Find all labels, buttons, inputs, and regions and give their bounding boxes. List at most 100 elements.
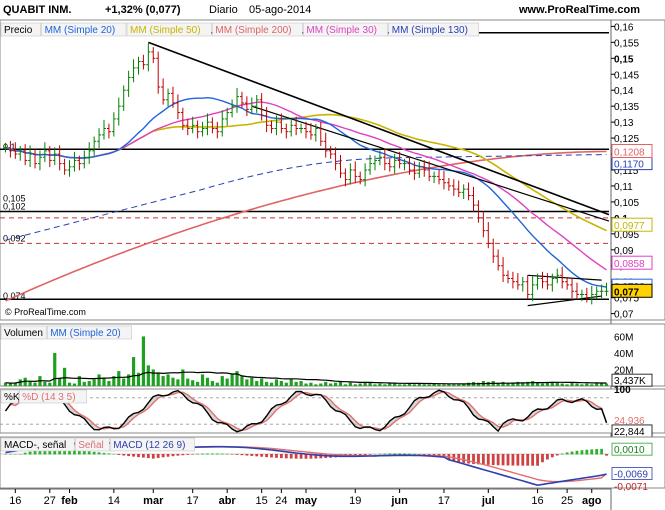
macd-histogram-bar (496, 454, 500, 466)
chart-canvas: 0,16 0,155 0,15 0,145 0,14 0,135 0,13 0,125 0,12… (0, 19, 665, 510)
volume-bar (545, 382, 550, 386)
volume-bar (220, 376, 224, 386)
price-label: 0,1170 (614, 160, 644, 171)
price-tick-label: 0,11 (614, 182, 633, 193)
volume-tick-label: 40M (614, 349, 633, 360)
volume-bar (53, 352, 57, 386)
macd-histogram-bar (289, 454, 293, 459)
price-label: 0,0977 (614, 221, 645, 232)
macd-histogram-bar (398, 453, 402, 455)
x-tick-label: 19 (349, 495, 361, 507)
macd-legend-item: MACD-, señal (4, 440, 66, 451)
volume-legend-item: Volumen (4, 328, 43, 339)
watermark-label: © ProRealTime.com (5, 307, 86, 317)
macd-legend-item: MACD (12 26 9) (113, 440, 185, 451)
volume-bar (402, 384, 407, 386)
x-tick-label: 17 (187, 495, 199, 507)
macd-histogram-bar (196, 453, 200, 455)
volume-bar (43, 381, 47, 386)
volume-bar (122, 378, 126, 386)
volume-bar (427, 384, 431, 386)
price-label: 0,1208 (614, 147, 645, 158)
volume-bar (314, 384, 318, 386)
macd-histogram-bar (575, 450, 579, 455)
x-tick-label: jul (481, 495, 495, 507)
volume-bar (590, 384, 594, 386)
volume-bar (580, 384, 584, 386)
x-tick-label: mar (143, 495, 164, 507)
volume-bar (186, 378, 190, 386)
macd-histogram-bar (506, 454, 510, 466)
macd-histogram-bar (467, 454, 470, 464)
volume-tick-label: 60M (614, 332, 633, 343)
stochastic-tick-label: 100 (614, 385, 631, 396)
macd-histogram-bar (481, 454, 485, 465)
macd-histogram-bar (112, 453, 116, 455)
macd-histogram-bar (585, 449, 589, 455)
volume-bar (368, 382, 372, 386)
macd-histogram-bar (383, 453, 387, 455)
macd-histogram-bar (541, 454, 544, 463)
macd-histogram-bar (107, 453, 111, 455)
macd-histogram-bar (13, 454, 17, 455)
volume-bar (141, 336, 146, 386)
macd-histogram-bar (378, 453, 382, 455)
macd-histogram-bar (156, 454, 160, 458)
macd-histogram-bar (550, 454, 554, 458)
volume-bar (260, 378, 264, 386)
volume-bar (131, 357, 136, 386)
macd-histogram-bar (245, 454, 249, 456)
macd-histogram-bar (605, 454, 608, 456)
volume-bar (585, 383, 589, 386)
macd-histogram-bar (171, 454, 175, 457)
volume-bar (269, 382, 274, 386)
volume-bar (319, 383, 323, 386)
macd-histogram-bar (117, 454, 121, 455)
volume-bar (329, 383, 333, 386)
macd-histogram-bar (8, 454, 12, 455)
macd-histogram-bar (127, 454, 131, 457)
volume-bar (102, 377, 106, 386)
macd-histogram-bar (546, 454, 549, 460)
x-tick-label: may (295, 495, 318, 507)
macd-histogram-bar (166, 454, 170, 457)
macd-histogram-bar (255, 454, 259, 457)
volume-bar (299, 381, 303, 386)
macd-legend-item: Señal (78, 440, 104, 451)
volume-bar (284, 382, 288, 386)
x-tick-label: 27 (44, 495, 56, 507)
volume-bar (289, 378, 293, 386)
macd-histogram-bar (511, 454, 515, 466)
macd-histogram-bar (393, 453, 397, 455)
macd-histogram-bar (486, 454, 490, 465)
level-label: 0,074 (3, 291, 26, 301)
macd-histogram-bar (279, 454, 283, 459)
volume-bar (555, 382, 559, 386)
volume-bar (358, 383, 362, 386)
volume-bar (309, 382, 313, 386)
volume-bar (48, 382, 52, 386)
macd-histogram-bar (181, 454, 185, 456)
macd-histogram-bar (132, 454, 135, 457)
price-tick-label: 0,07 (614, 310, 634, 321)
price-legend-item: MM (Simple 30) (306, 25, 377, 36)
macd-histogram-bar (97, 452, 101, 455)
volume-bar (343, 384, 348, 386)
volume-bar (146, 365, 150, 386)
macd-histogram-bar (176, 454, 180, 456)
volume-bar (412, 384, 416, 386)
volume-bar (565, 384, 569, 386)
x-tick-label: 16 (531, 495, 543, 507)
volume-bar (353, 384, 357, 386)
stochastic-legend-item: %D (14 3 5) (22, 392, 75, 403)
volume-bar (333, 382, 338, 386)
macd-line-label: -0,0071 (614, 482, 648, 493)
macd-histogram-bar (555, 454, 559, 456)
volume-bar (8, 383, 12, 386)
macd-histogram-bar (191, 454, 195, 455)
macd-histogram-bar (142, 454, 145, 458)
volume-bar (560, 383, 564, 386)
x-tick-label: feb (61, 495, 78, 507)
volume-bar (304, 383, 308, 386)
macd-histogram-bar (531, 454, 535, 466)
